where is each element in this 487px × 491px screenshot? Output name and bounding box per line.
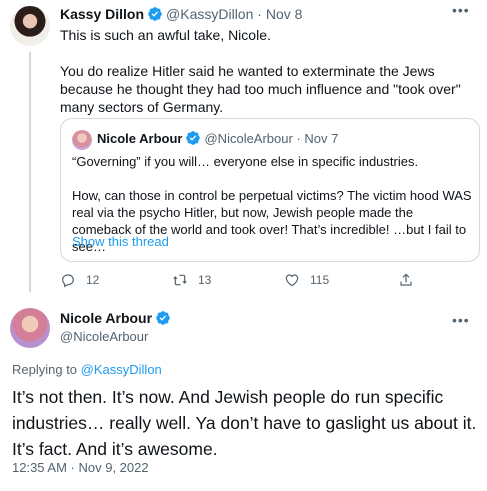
tweet-kassy-dillon[interactable]: Kassy Dillon @KassyDillon · Nov 8 ••• Th… bbox=[0, 0, 487, 296]
more-options-icon[interactable]: ••• bbox=[452, 312, 470, 328]
show-thread-link[interactable]: Show this thread bbox=[72, 234, 169, 249]
reply-count: 12 bbox=[86, 273, 100, 287]
tweet-text-paragraph: This is such an awful take, Nicole. bbox=[60, 27, 271, 43]
tweet-text-paragraph: You do realize Hitler said he wanted to … bbox=[60, 63, 461, 115]
tweet-actions: 12 13 115 bbox=[60, 272, 420, 292]
replying-to-handle-link[interactable]: @KassyDillon bbox=[81, 362, 162, 377]
author-handle[interactable]: @KassyDillon bbox=[166, 6, 253, 22]
separator-dot: · bbox=[253, 6, 266, 22]
tweet-nicole-arbour-reply: Nicole Arbour @NicoleArbour ••• Replying… bbox=[0, 300, 487, 491]
thread-connector-line bbox=[29, 52, 31, 292]
verified-badge-icon bbox=[156, 311, 170, 325]
avatar[interactable] bbox=[10, 308, 50, 348]
like-count: 115 bbox=[310, 273, 330, 287]
tweet-date[interactable]: Nov 8 bbox=[266, 6, 303, 22]
replying-to-label: Replying to bbox=[12, 362, 78, 377]
author-name[interactable]: Nicole Arbour bbox=[60, 310, 152, 326]
verified-badge-icon bbox=[148, 7, 162, 21]
retweet-count: 13 bbox=[198, 273, 212, 287]
quoted-text: “Governing” if you will… everyone else i… bbox=[72, 153, 472, 272]
separator-dot: · bbox=[292, 130, 305, 146]
quoted-date: Nov 7 bbox=[304, 130, 339, 146]
quoted-tweet[interactable]: Nicole Arbour @NicoleArbour · Nov 7 “Gov… bbox=[60, 118, 480, 262]
reply-icon bbox=[62, 274, 74, 288]
retweet-icon bbox=[173, 274, 187, 286]
like-button[interactable]: 115 bbox=[284, 272, 329, 288]
quoted-header: Nicole Arbour @NicoleArbour · Nov 7 bbox=[97, 130, 338, 146]
quoted-author-handle: @NicoleArbour bbox=[204, 130, 293, 146]
author-name[interactable]: Kassy Dillon bbox=[60, 6, 144, 22]
quoted-text-paragraph: “Governing” if you will… everyone else i… bbox=[72, 154, 419, 169]
tweet-header: Kassy Dillon @KassyDillon · Nov 8 bbox=[60, 6, 302, 22]
avatar[interactable] bbox=[10, 6, 50, 46]
reply-button[interactable]: 12 bbox=[60, 272, 99, 288]
share-icon bbox=[400, 273, 412, 286]
reply-text: It’s not then. It’s now. And Jewish peop… bbox=[12, 387, 477, 459]
replying-to: Replying to @KassyDillon bbox=[12, 362, 162, 377]
share-button[interactable] bbox=[398, 272, 424, 288]
heart-icon bbox=[285, 274, 299, 287]
retweet-button[interactable]: 13 bbox=[172, 272, 211, 288]
quoted-avatar bbox=[72, 130, 92, 150]
tweet-timestamp[interactable]: 12:35 AM · Nov 9, 2022 bbox=[12, 460, 149, 475]
reply-author: Nicole Arbour bbox=[60, 310, 174, 326]
verified-badge-icon bbox=[186, 131, 201, 145]
quoted-author-name: Nicole Arbour bbox=[97, 130, 183, 146]
more-options-icon[interactable]: ••• bbox=[452, 2, 470, 18]
author-handle[interactable]: @NicoleArbour bbox=[60, 329, 148, 344]
